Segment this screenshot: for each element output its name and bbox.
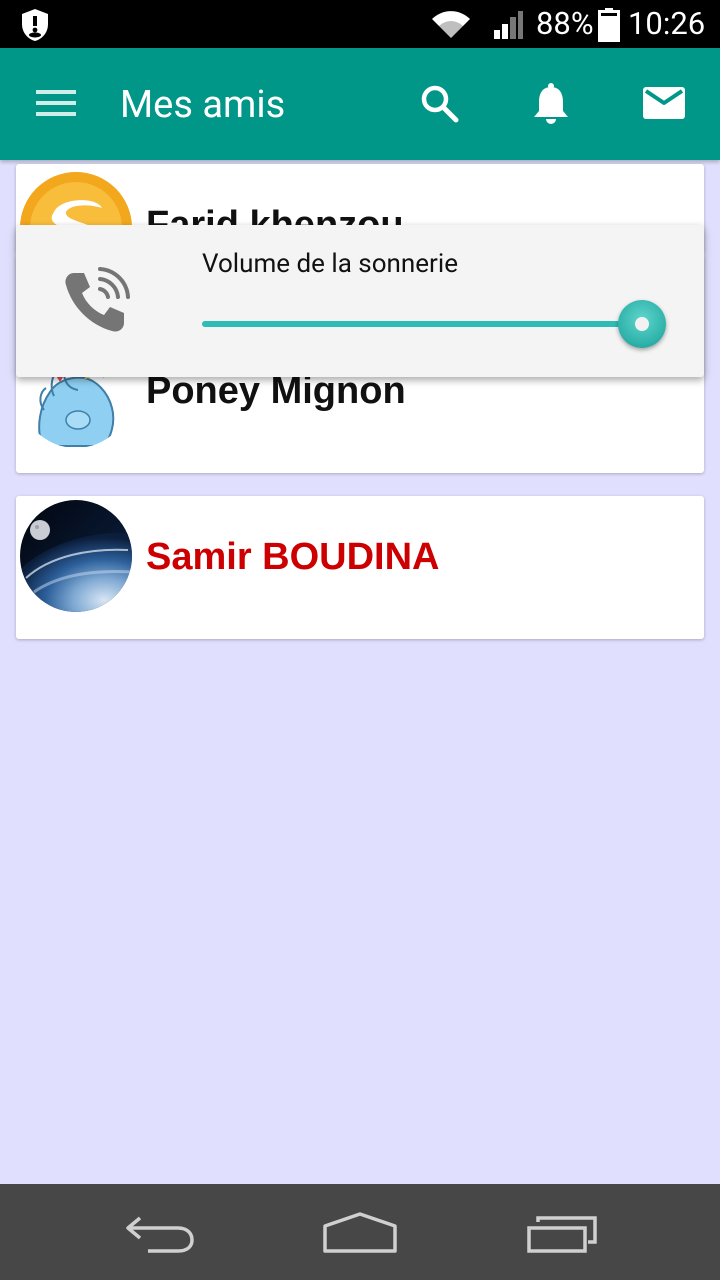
phone-ringing-icon <box>65 267 130 332</box>
nav-bar <box>0 1184 720 1280</box>
volume-label: Volume de la sonnerie <box>202 249 458 279</box>
bell-icon[interactable] <box>532 82 570 126</box>
avatar <box>20 500 132 612</box>
volume-slider-track[interactable] <box>202 300 666 348</box>
volume-slider-fill <box>202 321 642 327</box>
wifi-icon <box>432 11 470 39</box>
friend-card[interactable]: Samir BOUDINA <box>16 496 704 639</box>
menu-icon[interactable] <box>36 88 76 118</box>
shield-icon <box>22 9 48 41</box>
mail-icon[interactable] <box>642 86 686 120</box>
battery-icon <box>598 8 620 42</box>
search-icon[interactable] <box>420 84 460 124</box>
status-bar: 88% 10:26 <box>0 0 720 48</box>
signal-icon <box>494 11 523 39</box>
back-icon[interactable] <box>124 1214 196 1254</box>
battery-percent: 88% <box>536 5 594 42</box>
friend-name: Samir BOUDINA <box>146 536 440 578</box>
app-bar: Mes amis <box>0 48 720 160</box>
volume-dialog: Volume de la sonnerie <box>16 225 704 377</box>
recent-apps-icon[interactable] <box>526 1216 598 1254</box>
volume-slider-thumb[interactable] <box>618 300 666 348</box>
page-title: Mes amis <box>120 83 286 127</box>
home-icon[interactable] <box>322 1212 398 1254</box>
clock: 10:26 <box>628 5 706 42</box>
